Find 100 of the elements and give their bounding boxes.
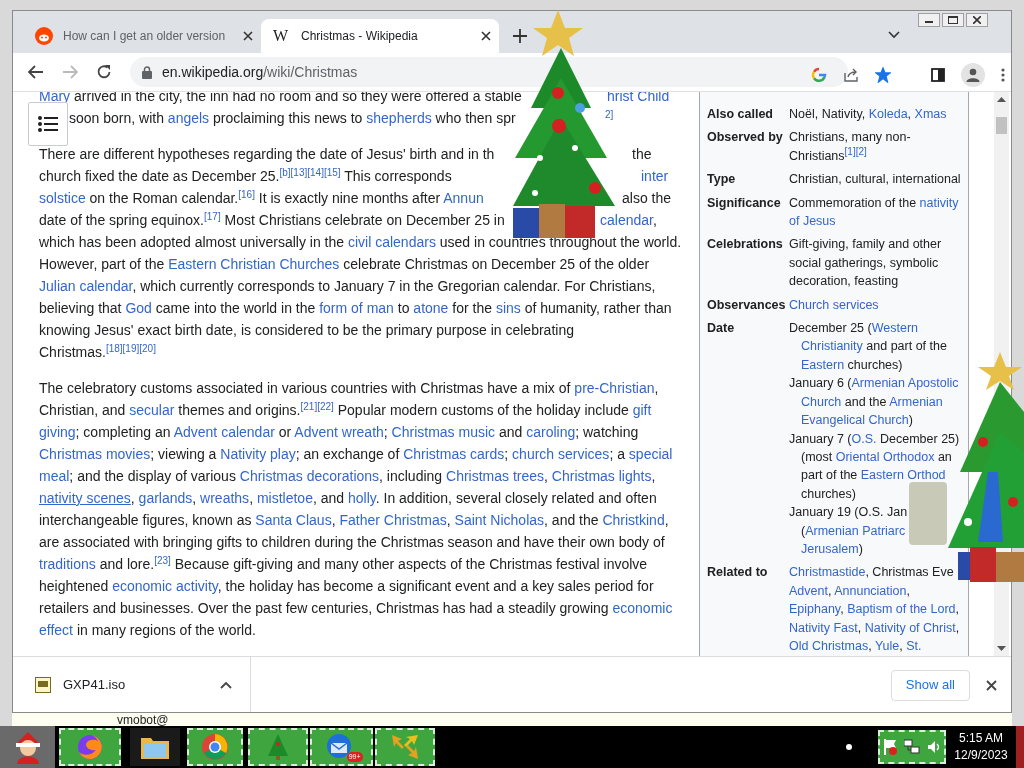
link[interactable]: Annun xyxy=(443,190,484,206)
link[interactable]: nativity xyxy=(919,195,959,210)
maximize-button[interactable] xyxy=(942,13,964,27)
network-icon[interactable] xyxy=(904,739,920,755)
link[interactable]: economic xyxy=(612,600,673,616)
link[interactable]: Oriental Orthodox xyxy=(835,449,935,464)
link[interactable]: Koleda xyxy=(868,107,908,121)
minimize-button[interactable] xyxy=(918,13,940,27)
link[interactable]: Advent calendar xyxy=(173,424,275,440)
start-button[interactable] xyxy=(0,726,55,768)
link[interactable]: calendar xyxy=(600,212,653,228)
menu-icon[interactable] xyxy=(1001,68,1005,82)
link[interactable]: Nativity Fast xyxy=(789,620,858,635)
link[interactable]: gift xyxy=(632,402,652,418)
close-button[interactable] xyxy=(966,13,988,27)
address-bar[interactable]: en.wikipedia.org/wiki/Christmas xyxy=(130,57,848,87)
link[interactable]: special xyxy=(628,446,673,462)
link[interactable]: Christianity xyxy=(801,339,863,354)
link[interactable]: angels xyxy=(167,110,210,126)
star-icon[interactable] xyxy=(875,67,891,83)
link[interactable]: effect xyxy=(39,622,73,638)
link[interactable]: of Jesus xyxy=(789,214,836,229)
link[interactable]: inter xyxy=(641,168,669,184)
link[interactable]: shepherds xyxy=(366,110,432,126)
link[interactable]: Evangelical Church xyxy=(801,413,909,428)
link[interactable]: nativity scenes xyxy=(39,490,131,506)
reference-link[interactable]: [18][19][20] xyxy=(105,343,156,354)
link[interactable]: sins xyxy=(495,300,521,316)
reference-link[interactable]: [23] xyxy=(154,555,171,566)
link[interactable]: giving xyxy=(39,424,76,440)
reference-link[interactable]: [1][2] xyxy=(844,145,867,157)
link[interactable]: atone xyxy=(413,300,449,316)
taskbar-button[interactable] xyxy=(59,728,121,766)
link[interactable]: form of man xyxy=(319,300,394,316)
share-icon[interactable] xyxy=(843,67,859,83)
link[interactable]: Mary xyxy=(39,92,71,104)
reference-link[interactable]: [21][22] xyxy=(300,401,334,412)
link[interactable]: Xmas xyxy=(914,107,947,121)
file-name: GXP41.iso xyxy=(63,676,127,695)
link[interactable]: St. xyxy=(906,638,922,653)
link[interactable]: Jerusalem xyxy=(801,541,859,556)
link[interactable]: Advent wreath xyxy=(294,424,384,440)
link[interactable]: solstice xyxy=(39,190,86,206)
link[interactable]: holly xyxy=(347,490,376,506)
link[interactable]: Eastern Orthod xyxy=(860,468,946,483)
text-line: calendar, xyxy=(600,211,657,230)
link[interactable]: Father Christmas xyxy=(339,512,447,528)
link[interactable]: mistletoe xyxy=(256,490,313,506)
link[interactable]: Eastern Christian Churches xyxy=(168,256,340,272)
reference-link[interactable]: [16] xyxy=(238,189,255,200)
link[interactable]: traditions xyxy=(39,556,96,572)
text-line: effect in many regions of the world. xyxy=(39,621,256,640)
link[interactable]: Church services xyxy=(789,297,879,312)
flag-icon[interactable] xyxy=(883,739,898,755)
plus-icon[interactable] xyxy=(513,29,527,43)
link[interactable]: economic activity xyxy=(112,578,218,594)
link[interactable]: Christmas music xyxy=(391,424,496,440)
link[interactable]: O.S. xyxy=(851,431,877,446)
link[interactable]: Church xyxy=(801,394,842,409)
link[interactable]: God xyxy=(125,300,152,316)
g-logo-icon[interactable] xyxy=(811,67,827,83)
reference-link[interactable]: 2] xyxy=(605,109,614,120)
infobox-value: Church and the Armenian xyxy=(800,393,944,411)
reference-link[interactable]: [17] xyxy=(204,211,221,222)
taskbar-button[interactable] xyxy=(130,728,180,766)
text-line: knowing Jesus' exact birth date, is considered to be the primary purpose in celebrating xyxy=(39,321,574,340)
link[interactable]: Armenian Apostolic xyxy=(851,376,959,391)
link[interactable]: Advent xyxy=(789,583,828,598)
scroll-down-icon[interactable] xyxy=(997,646,1006,651)
infobox-value: Commemoration of the nativity xyxy=(789,194,959,212)
close-icon[interactable] xyxy=(243,31,253,41)
back-icon[interactable] xyxy=(28,65,44,79)
reference-link[interactable]: [b][13][14][15] xyxy=(279,167,341,178)
tab[interactable]: W Christmas - Wikipedia xyxy=(261,19,499,53)
link[interactable]: Armenian Patriarc xyxy=(805,523,906,538)
link[interactable]: Julian calendar xyxy=(39,278,133,294)
link[interactable]: secular xyxy=(129,402,175,418)
volume-icon[interactable] xyxy=(926,740,941,754)
close-icon[interactable] xyxy=(986,679,997,691)
link[interactable]: Nativity of Christ xyxy=(864,620,956,635)
link[interactable]: Western xyxy=(871,321,918,336)
scrollbar-thumb[interactable] xyxy=(996,117,1007,134)
link[interactable]: Santa Claus xyxy=(255,512,332,528)
link[interactable]: Christkind xyxy=(602,512,665,528)
maximize-icon xyxy=(948,16,958,24)
show-all-button[interactable]: Show all xyxy=(890,669,970,701)
link[interactable]: Eastern xyxy=(801,357,845,372)
link[interactable]: Armenian xyxy=(889,394,943,409)
close-icon[interactable] xyxy=(481,31,491,41)
chevron-down-icon[interactable] xyxy=(888,31,900,39)
reload-icon[interactable] xyxy=(96,64,112,80)
side-panel-icon[interactable] xyxy=(931,68,945,82)
link[interactable]: Nativity play xyxy=(220,446,296,462)
caret-up-icon[interactable] xyxy=(220,681,232,689)
contents-button[interactable] xyxy=(28,102,68,146)
link[interactable]: Baptism of the Lord xyxy=(847,602,956,617)
download-item[interactable]: GXP41.iso xyxy=(13,657,251,712)
scroll-up-icon[interactable] xyxy=(997,97,1006,102)
link[interactable]: civil calendars xyxy=(347,234,436,250)
tab-title: Christmas - Wikipedia xyxy=(301,28,419,45)
